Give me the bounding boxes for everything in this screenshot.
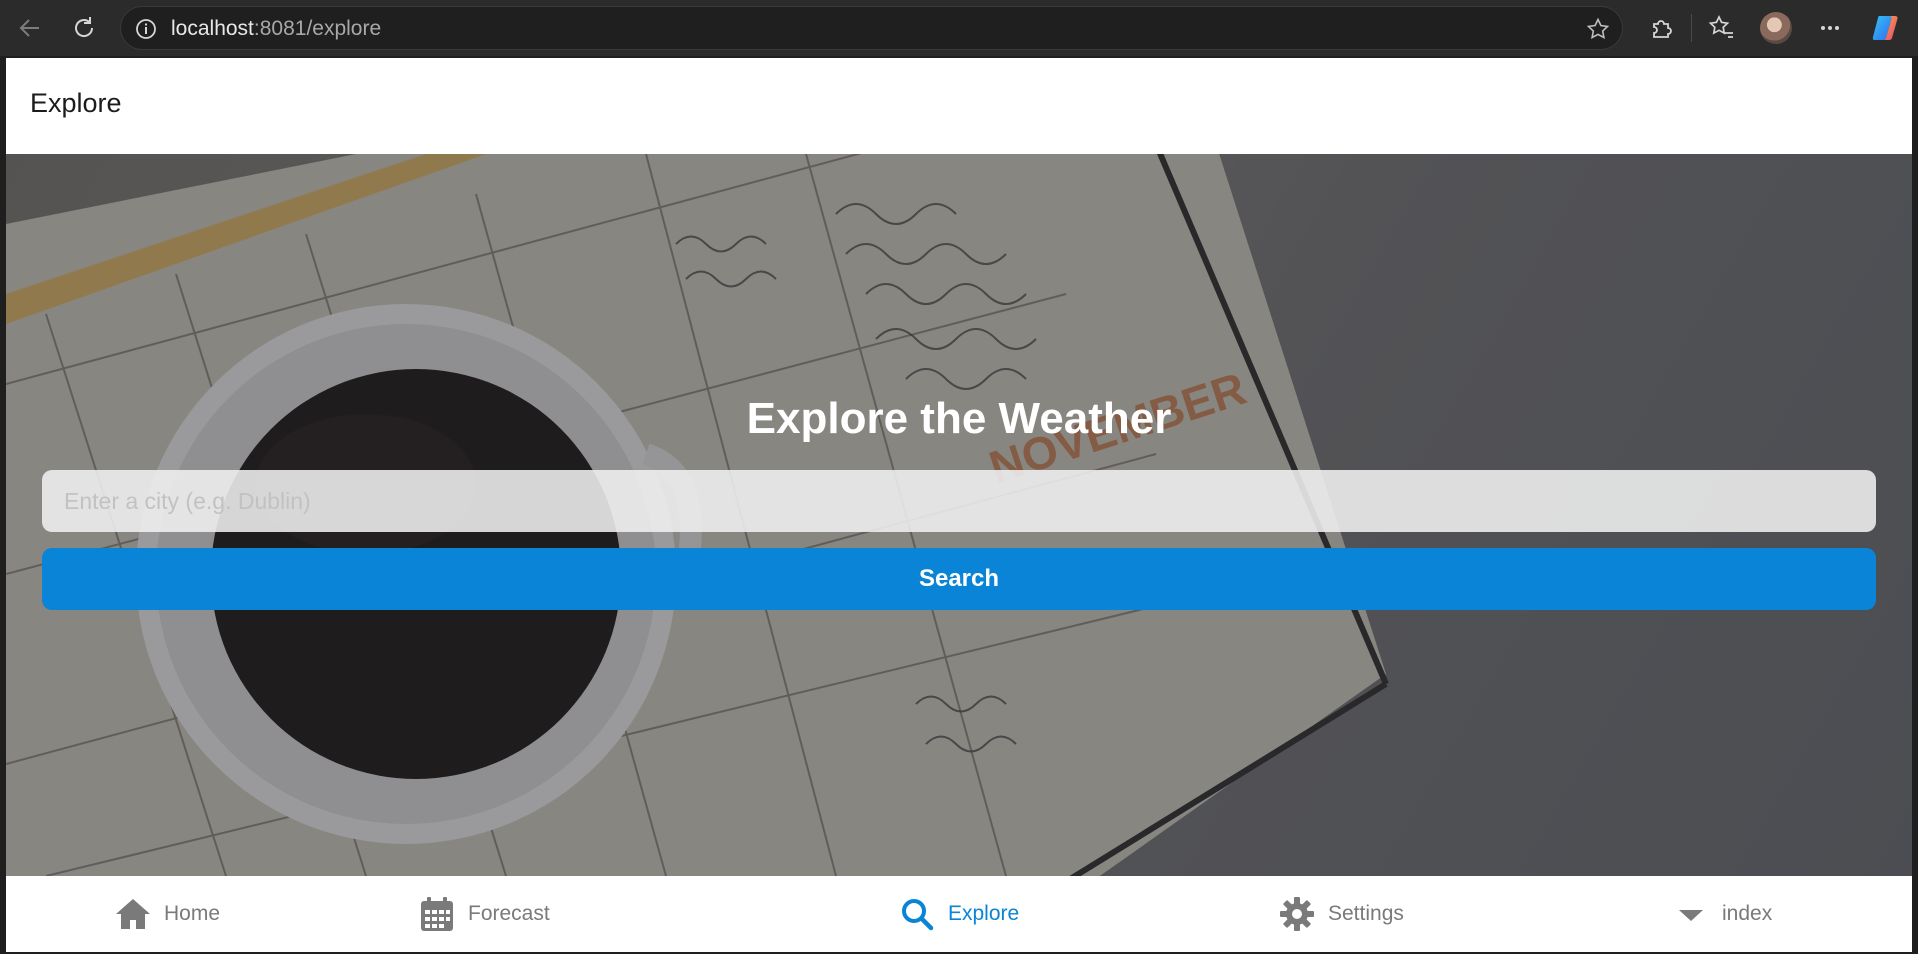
- address-bar[interactable]: localhost:8081/explore: [120, 6, 1623, 50]
- tab-home[interactable]: Home: [114, 876, 220, 952]
- tab-explore-label: Explore: [948, 902, 1020, 925]
- tab-settings[interactable]: Settings: [1278, 876, 1404, 952]
- hero-title: Explore the Weather: [746, 394, 1172, 443]
- back-button[interactable]: [12, 10, 48, 46]
- more-button[interactable]: [1814, 12, 1846, 44]
- tab-home-label: Home: [164, 902, 221, 925]
- ellipsis-icon: [1821, 26, 1839, 30]
- reload-button[interactable]: [66, 10, 102, 46]
- extensions-button[interactable]: [1646, 12, 1678, 44]
- copilot-icon: [1872, 16, 1898, 40]
- app-header: Explore: [6, 58, 1912, 154]
- page-title: Explore: [30, 88, 122, 118]
- bottom-tab-bar: Home Forecast Explore Settings index: [6, 876, 1912, 952]
- tab-settings-label: Settings: [1328, 902, 1404, 925]
- address-url[interactable]: localhost:8081/explore: [171, 7, 381, 51]
- reload-icon: [75, 17, 94, 37]
- home-icon: [114, 895, 152, 933]
- url-path: :8081/explore: [253, 17, 382, 40]
- toolbar-separator: [1691, 14, 1692, 42]
- url-host: localhost: [171, 17, 254, 40]
- tab-index[interactable]: index: [1672, 876, 1772, 952]
- tab-explore[interactable]: Explore: [898, 876, 1019, 952]
- search-icon: [898, 895, 936, 933]
- calendar-icon: [418, 895, 456, 933]
- favorites-button[interactable]: [1706, 12, 1738, 44]
- caret-down-icon: [1672, 895, 1710, 933]
- star-icon[interactable]: [1586, 17, 1610, 41]
- puzzle-icon: [1653, 20, 1672, 38]
- avatar: [1760, 12, 1792, 44]
- profile-button[interactable]: [1760, 12, 1792, 44]
- search-button[interactable]: Search: [42, 548, 1876, 610]
- city-search-input[interactable]: [42, 470, 1876, 532]
- info-icon[interactable]: [135, 18, 157, 40]
- gear-icon: [1278, 895, 1316, 933]
- browser-toolbar: localhost:8081/explore: [0, 0, 1918, 56]
- favorites-icon: [1708, 15, 1733, 38]
- hero-section: NOVEMBER Explore the Weather Search: [6, 154, 1912, 876]
- app-window: Explore NOVEMBER Explore the Weather Ent…: [6, 58, 1912, 952]
- arrow-left-icon: [19, 19, 39, 37]
- tab-forecast-label: Forecast: [468, 902, 550, 925]
- tab-forecast[interactable]: Forecast: [418, 876, 550, 952]
- tab-index-label: index: [1722, 902, 1773, 925]
- copilot-button[interactable]: [1870, 12, 1902, 44]
